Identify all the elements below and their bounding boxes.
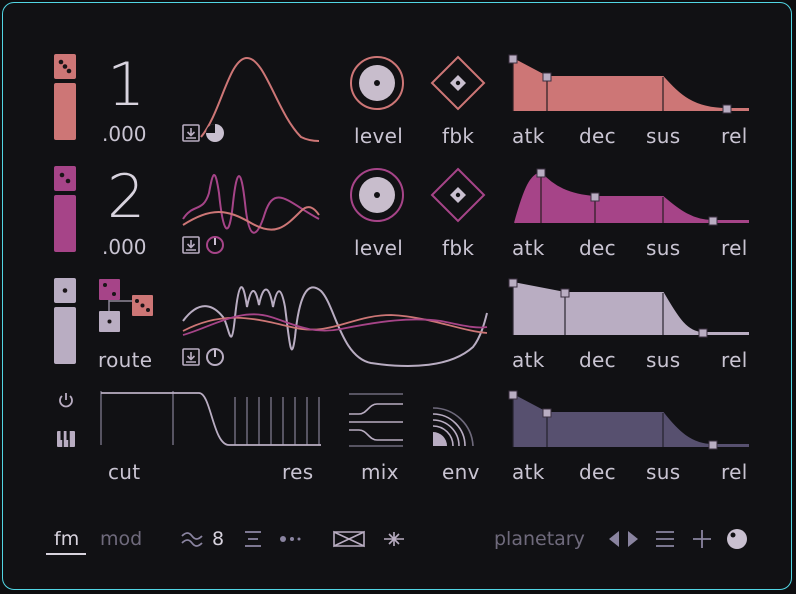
- pie-icon[interactable]: [205, 123, 225, 143]
- preset-name[interactable]: planetary: [494, 528, 585, 550]
- operator-1-waveform: [200, 56, 320, 142]
- operator-2-level-label: level: [354, 236, 404, 260]
- sparkle-icon[interactable]: [383, 530, 405, 548]
- operator-1-fine[interactable]: .000: [102, 122, 147, 146]
- power-icon[interactable]: [57, 391, 75, 409]
- bowtie-icon[interactable]: [333, 530, 365, 548]
- operator-1-slider[interactable]: [54, 54, 76, 140]
- dice-icon: [59, 172, 71, 184]
- dots-icon[interactable]: [279, 534, 303, 544]
- filter-curve[interactable]: [99, 389, 323, 449]
- plus-icon[interactable]: [692, 529, 712, 549]
- operator-1-ratio[interactable]: 1: [107, 55, 145, 115]
- operator-3-sus-label: sus: [646, 348, 681, 372]
- operator-1-rel-label: rel: [721, 124, 748, 148]
- filter-cut-label: cut: [108, 460, 141, 484]
- arrow-left-icon[interactable]: [608, 530, 620, 548]
- operator-3-slider[interactable]: [54, 278, 76, 364]
- download-icon[interactable]: [182, 236, 200, 254]
- filter-res-label: res: [282, 460, 314, 484]
- filter-rel-label: rel: [721, 460, 748, 484]
- menu-icon[interactable]: [655, 530, 675, 548]
- operator-3-atk-label: atk: [512, 348, 545, 372]
- operator-1-sus-label: sus: [646, 124, 681, 148]
- operator-2-fine[interactable]: .000: [102, 235, 147, 259]
- filter-sus-label: sus: [646, 460, 681, 484]
- operator-3-rel-label: rel: [721, 348, 748, 372]
- operator-2-rel-label: rel: [721, 236, 748, 260]
- piano-icon[interactable]: [57, 431, 75, 447]
- download-icon[interactable]: [182, 348, 200, 366]
- operator-2-slider[interactable]: [54, 166, 76, 252]
- operator-3-dec-label: dec: [579, 348, 616, 372]
- operator-1-fbk-knob[interactable]: [430, 55, 486, 111]
- align-icon[interactable]: [243, 530, 263, 548]
- tab-fm-underline: [46, 553, 86, 555]
- dice-icon: [58, 59, 72, 74]
- operator-2-dec-label: dec: [579, 236, 616, 260]
- filter-env-control[interactable]: [431, 390, 487, 448]
- operator-2-fbk-label: fbk: [442, 236, 475, 260]
- tab-fm[interactable]: fm: [54, 528, 79, 550]
- download-icon[interactable]: [182, 124, 200, 142]
- operator-2-ratio[interactable]: 2: [107, 167, 145, 227]
- operator-2-atk-label: atk: [512, 236, 545, 260]
- operator-2-envelope[interactable]: [509, 167, 749, 227]
- filter-env-label: env: [442, 460, 480, 484]
- wave-approx-icon[interactable]: [181, 530, 203, 548]
- route-matrix[interactable]: [97, 277, 157, 337]
- operator-1-level-label: level: [354, 124, 404, 148]
- operator-1-atk-label: atk: [512, 124, 545, 148]
- filter-dec-label: dec: [579, 460, 616, 484]
- operator-2-waveform: [182, 174, 320, 234]
- operator-3-envelope[interactable]: [508, 278, 749, 339]
- dice-icon: [62, 288, 68, 293]
- operator-2-fbk-knob[interactable]: [430, 167, 486, 223]
- operator-2-sus-label: sus: [646, 236, 681, 260]
- voices-count[interactable]: 8: [212, 528, 224, 550]
- operator-1-fbk-label: fbk: [442, 124, 475, 148]
- knob-small-icon[interactable]: [205, 347, 225, 367]
- filter-atk-label: atk: [512, 460, 545, 484]
- operator-1-envelope[interactable]: [508, 54, 749, 115]
- operator-3-waveform: [182, 286, 488, 367]
- operator-1-dec-label: dec: [579, 124, 616, 148]
- filter-mix-label: mix: [361, 460, 399, 484]
- synth-panel: 1 .000 level fbk atk dec sus rel 2 .000 …: [2, 2, 792, 590]
- arrow-right-icon[interactable]: [627, 530, 639, 548]
- knob-small-icon[interactable]: [205, 235, 225, 255]
- operator-2-level-knob[interactable]: [349, 167, 405, 223]
- route-label: route: [98, 348, 153, 372]
- operator-1-level-knob[interactable]: [349, 55, 405, 111]
- dial-icon[interactable]: [726, 528, 748, 550]
- filter-envelope[interactable]: [508, 390, 749, 451]
- filter-mix-control[interactable]: [349, 390, 405, 448]
- tab-mod[interactable]: mod: [100, 528, 142, 550]
